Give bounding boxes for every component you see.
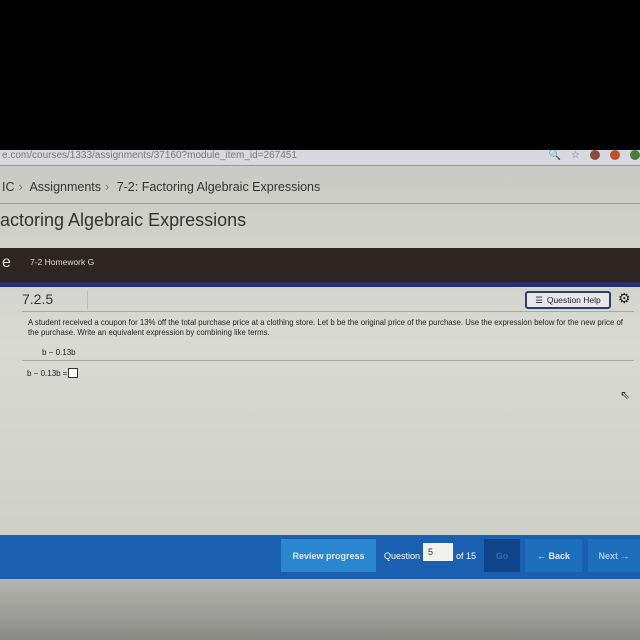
question-number-input[interactable] — [423, 543, 453, 561]
divider — [0, 203, 640, 204]
extension-icon[interactable] — [630, 150, 640, 160]
given-expression: b − 0.13b — [42, 348, 76, 357]
breadcrumb-course[interactable]: IC — [2, 180, 15, 194]
answer-prompt: b − 0.13b = — [27, 368, 68, 378]
mouse-cursor-icon: ⇖ — [620, 388, 631, 402]
homework-title: 7-2 Homework G — [30, 257, 95, 267]
extension-icon[interactable] — [610, 150, 620, 160]
answer-input[interactable] — [68, 368, 79, 378]
divider — [0, 282, 640, 287]
screen: e.com/courses/1333/assignments/37160?mod… — [0, 150, 640, 640]
question-total: of 15 — [456, 550, 477, 561]
question-help-button[interactable]: ☰ Question Help — [525, 291, 611, 309]
assignment-header: e 7-2 Homework G — [0, 248, 640, 282]
review-progress-button[interactable]: Review progress — [281, 539, 376, 572]
extension-icon[interactable] — [590, 150, 600, 160]
gear-icon[interactable]: ⚙ — [618, 290, 631, 307]
next-button[interactable]: Next → — [588, 539, 640, 572]
zoom-icon[interactable]: 🔍 — [549, 150, 561, 162]
star-icon[interactable]: ☆ — [571, 150, 580, 162]
question-text: A student received a coupon for 13% off … — [28, 318, 623, 337]
breadcrumb-assignments[interactable]: Assignments — [29, 180, 101, 194]
question-help-label: Question Help — [546, 295, 601, 305]
divider — [22, 311, 634, 312]
breadcrumb-current: 7-2: Factoring Algebraic Expressions — [116, 180, 321, 194]
page-title: actoring Algebraic Expressions — [0, 210, 247, 230]
footer-bar: Review progress Question of 15 Go ← Back… — [0, 535, 640, 579]
answer-row: b − 0.13b = — [27, 368, 79, 378]
breadcrumb: IC › Assignments › 7-2: Factoring Algebrai… — [2, 180, 321, 194]
go-button[interactable]: Go — [484, 539, 520, 572]
divider — [22, 360, 634, 361]
question-label: Question — [384, 550, 421, 561]
list-icon: ☰ — [535, 294, 543, 305]
header-letter: e — [2, 254, 11, 271]
url-text: e.com/courses/1333/assignments/37160?mod… — [2, 150, 297, 161]
address-bar[interactable]: e.com/courses/1333/assignments/37160?mod… — [0, 150, 640, 166]
question-number: 7.2.5 — [22, 291, 89, 309]
back-button[interactable]: ← Back — [525, 539, 582, 572]
